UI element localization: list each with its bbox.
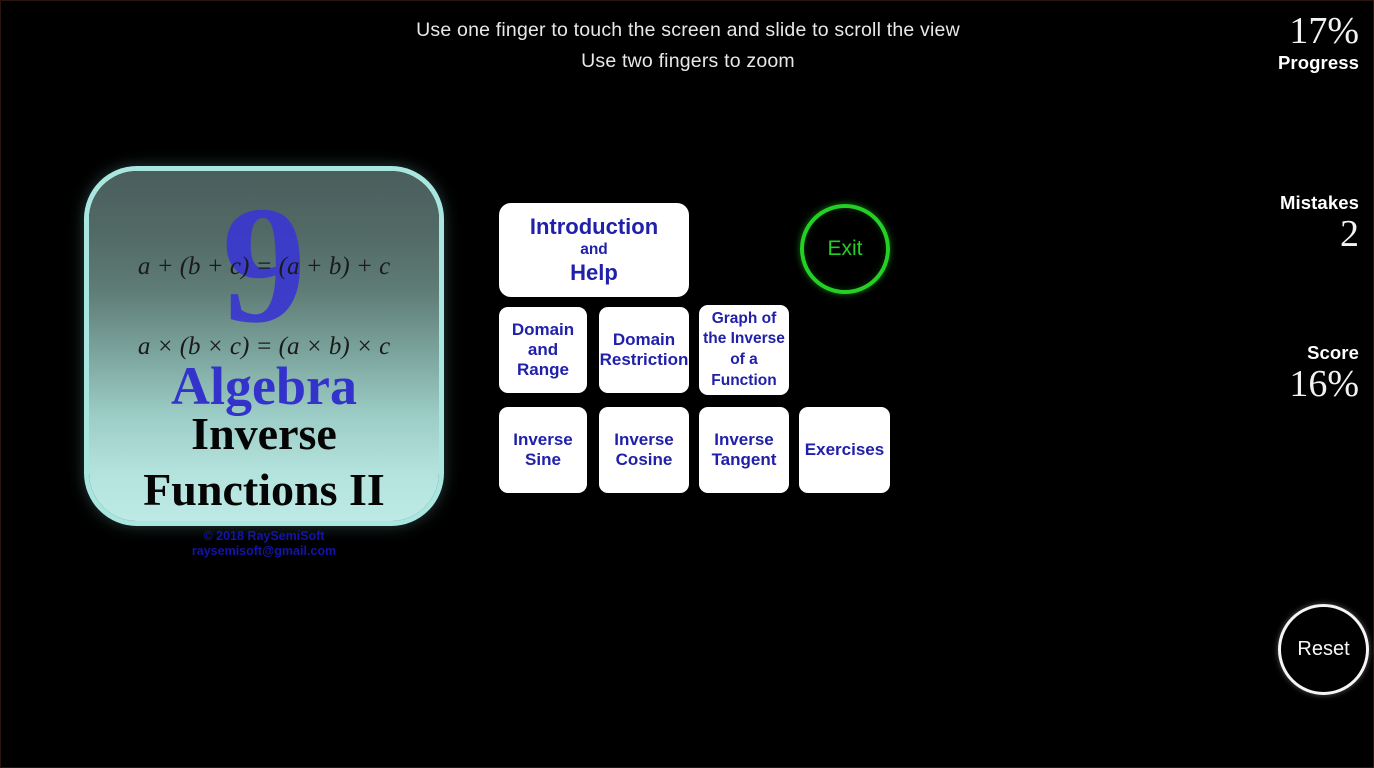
domain-restrict-line-2: Restriction xyxy=(599,350,689,369)
instruction-line-1: Use one finger to touch the screen and s… xyxy=(416,19,960,41)
exercises-line-1: Exercises xyxy=(804,439,885,459)
inverse-tangent-line-1: Inverse xyxy=(714,429,774,449)
mistakes-label: Mistakes xyxy=(1280,192,1359,213)
progress-stat: 17% Progress xyxy=(1179,11,1359,74)
intro-line-2: and xyxy=(580,241,608,258)
domain-range-line-3: Range xyxy=(517,360,569,380)
score-stat: Score 16% xyxy=(1179,341,1359,404)
card-formula-associative-addition: a + (b + c) = (a + b) + c xyxy=(137,253,391,280)
intro-line-3: Help xyxy=(570,260,618,285)
score-value: 16% xyxy=(1289,363,1359,405)
domain-restrict-line-1: Domain xyxy=(612,329,676,349)
inverse-cosine-line-2: Cosine xyxy=(615,450,673,469)
domain-range-line-2: and xyxy=(527,339,559,359)
reset-button[interactable]: Reset xyxy=(1278,604,1369,695)
inverse-tangent-line-2: Tangent xyxy=(711,450,777,469)
domain-range-line-1: Domain xyxy=(511,319,575,339)
menu-button-domain-restriction[interactable]: Domain Restriction xyxy=(599,307,689,393)
inverse-sine-line-2: Sine xyxy=(525,450,561,469)
copyright-line: © 2018 RaySemiSoft xyxy=(203,529,325,543)
progress-value: 17% xyxy=(1289,10,1359,52)
menu-button-introduction-and-help[interactable]: Introduction and Help xyxy=(499,203,689,297)
graph-inverse-line-1: Graph of xyxy=(711,309,777,327)
reset-button-label: Reset xyxy=(1297,638,1350,660)
instruction-line-2: Use two fingers to zoom xyxy=(581,50,795,72)
menu-button-inverse-cosine[interactable]: Inverse Cosine xyxy=(599,407,689,493)
contact-email: raysemisoft@gmail.com xyxy=(191,544,337,558)
mistakes-stat: Mistakes 2 xyxy=(1179,191,1359,254)
menu-button-inverse-sine[interactable]: Inverse Sine xyxy=(499,407,587,493)
graph-inverse-line-4: Function xyxy=(711,371,777,389)
instructions-banner: Use one finger to touch the screen and s… xyxy=(1,15,1374,77)
app-title-card: 9 a + (b + c) = (a + b) + c a × (b × c) … xyxy=(89,171,439,521)
graph-inverse-line-3: of a xyxy=(730,351,758,368)
card-topic-line-1: Inverse xyxy=(191,408,337,459)
menu-button-inverse-tangent[interactable]: Inverse Tangent xyxy=(699,407,789,493)
intro-line-1: Introduction xyxy=(529,214,659,239)
exit-button-label: Exit xyxy=(827,237,863,260)
exit-button[interactable]: Exit xyxy=(800,204,890,294)
score-label: Score xyxy=(1307,342,1359,363)
inverse-sine-line-1: Inverse xyxy=(513,429,573,449)
menu-button-exercises[interactable]: Exercises xyxy=(799,407,890,493)
copyright-block: © 2018 RaySemiSoft raysemisoft@gmail.com xyxy=(89,529,439,559)
menu-button-domain-and-range[interactable]: Domain and Range xyxy=(499,307,587,393)
inverse-cosine-line-1: Inverse xyxy=(614,429,674,449)
card-topic-label: Inverse Functions II xyxy=(89,406,439,518)
mistakes-value: 2 xyxy=(1340,213,1359,255)
graph-inverse-line-2: the Inverse xyxy=(703,330,785,348)
progress-label: Progress xyxy=(1277,52,1359,73)
menu-button-graph-of-the-inverse-of-a-function[interactable]: Graph of the Inverse of a Function xyxy=(699,305,789,395)
card-topic-line-2: Functions II xyxy=(143,464,385,515)
